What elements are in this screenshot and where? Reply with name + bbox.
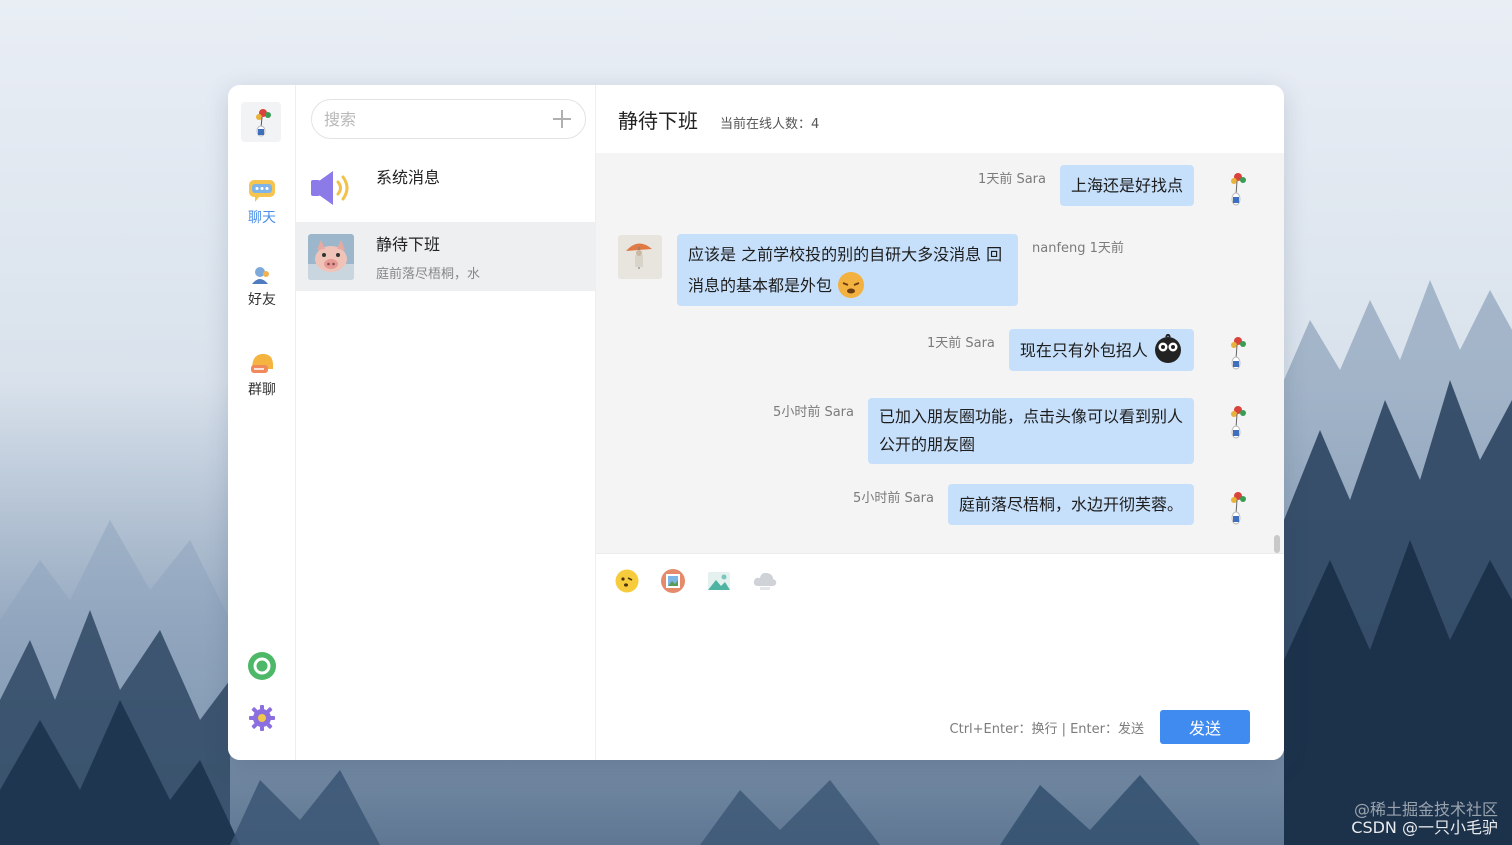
- online-count: 当前在线人数：4: [720, 116, 820, 132]
- scrollbar-thumb[interactable]: [1274, 535, 1280, 553]
- add-icon[interactable]: [551, 108, 573, 130]
- message-text: 应该是 之前学校投的别的自研大多没消息 回: [688, 245, 1003, 264]
- search-box: [311, 99, 586, 139]
- message-item: 1天前 Sara 现在只有外包招人: [927, 329, 1194, 371]
- sender-avatar[interactable]: [1214, 400, 1258, 444]
- conversation-item-group[interactable]: 静待下班 庭前落尽梧桐，水: [296, 222, 596, 291]
- composer-toolbar: [614, 568, 778, 594]
- message-bubble[interactable]: 上海还是好找点: [1059, 165, 1194, 206]
- black-bird-emoji-icon: [1155, 332, 1181, 363]
- left-nav: 聊天 好友 群聊: [228, 85, 296, 760]
- conversation-list: 系统消息 静待下班 庭前落尽梧桐，水: [296, 85, 596, 760]
- message-bubble[interactable]: 现在只有外包招人: [1008, 329, 1194, 371]
- message-meta: nanfeng 1天前: [1032, 241, 1124, 256]
- conversation-name: 静待下班: [376, 235, 441, 254]
- message-list[interactable]: 1天前 Sara 上海还是好找点 应该是 之前学校投的别的自研大多没消息 回 消…: [596, 153, 1284, 553]
- nav-item-group-chat[interactable]: 群聊: [228, 351, 296, 399]
- sender-avatar[interactable]: [1214, 486, 1258, 530]
- sender-avatar[interactable]: [1214, 167, 1258, 211]
- search-input[interactable]: [324, 109, 551, 129]
- sender-avatar[interactable]: [1214, 331, 1258, 375]
- friends-icon: [252, 267, 269, 284]
- message-item: 5小时前 Sara 庭前落尽梧桐，水边开彻芙蓉。: [853, 484, 1194, 525]
- message-text: 已加入朋友圈功能，点击头像可以看到别人: [878, 407, 1183, 426]
- speaker-icon: [308, 165, 354, 211]
- pig-avatar: [308, 233, 354, 280]
- nav-label-friends: 好友: [248, 292, 276, 308]
- group-chat-icon: [251, 354, 273, 373]
- message-meta: 5小时前 Sara: [853, 491, 934, 506]
- message-item: 1天前 Sara 上海还是好找点: [978, 165, 1194, 206]
- chat-app-window: 聊天 好友 群聊 搜索 系统消息 静待下班 庭前落尽梧桐，水 静待下班 当前在线…: [228, 85, 1284, 760]
- settings-button[interactable]: [247, 703, 277, 733]
- image-frame-icon[interactable]: [660, 568, 686, 594]
- watermark: @稀土掘金技术社区 CSDN @一只小毛驴: [1351, 801, 1498, 837]
- send-button[interactable]: 发送: [1160, 710, 1250, 744]
- refresh-icon: [248, 652, 276, 680]
- conversation-item-system[interactable]: 系统消息: [296, 153, 596, 222]
- message-composer: Ctrl+Enter：换行 | Enter：发送 发送: [596, 553, 1284, 760]
- chat-panel: 静待下班 当前在线人数：4 1天前 Sara 上海还是好找点 应该是 之前学校投…: [596, 85, 1284, 760]
- message-text: 现在只有外包招人: [1019, 341, 1148, 360]
- refresh-button[interactable]: [247, 651, 277, 681]
- message-bubble[interactable]: 已加入朋友圈功能，点击头像可以看到别人 公开的朋友圈: [867, 398, 1194, 464]
- message-meta: 1天前 Sara: [926, 336, 995, 351]
- nav-label-group-chat: 群聊: [248, 382, 276, 398]
- settings-gear-icon: [249, 705, 275, 731]
- chat-bubble-icon: [249, 180, 275, 202]
- sweat-emoji-icon: [838, 272, 865, 298]
- sender-avatar[interactable]: [618, 235, 662, 279]
- watermark-line-2: CSDN @一只小毛驴: [1351, 818, 1498, 837]
- message-text: 公开的朋友圈: [878, 435, 975, 454]
- message-meta: 1天前 Sara: [978, 172, 1046, 187]
- message-item: 应该是 之前学校投的别的自研大多没消息 回 消息的基本都是外包 nanfeng …: [677, 234, 1124, 306]
- message-bubble[interactable]: 应该是 之前学校投的别的自研大多没消息 回 消息的基本都是外包: [677, 234, 1018, 306]
- my-avatar[interactable]: [241, 102, 281, 142]
- message-meta: 5小时前 Sara: [773, 405, 854, 420]
- message-text: 庭前落尽梧桐，水边开彻芙蓉。: [958, 495, 1183, 514]
- cloud-file-icon[interactable]: [752, 568, 778, 594]
- chat-title: 静待下班: [618, 108, 698, 133]
- shortcut-hint: Ctrl+Enter：换行 | Enter：发送: [949, 722, 1144, 737]
- message-text: 上海还是好找点: [1070, 176, 1183, 195]
- nav-item-chat[interactable]: 聊天: [228, 177, 296, 227]
- emoji-icon[interactable]: [614, 568, 640, 594]
- message-text: 消息的基本都是外包: [688, 276, 833, 295]
- conversation-name: 系统消息: [376, 167, 441, 187]
- nav-label-chat: 聊天: [248, 210, 276, 226]
- conversation-preview: 庭前落尽梧桐，水: [376, 267, 481, 282]
- chat-header: 静待下班 当前在线人数：4: [596, 85, 1284, 153]
- watermark-line-1: @稀土掘金技术社区: [1353, 800, 1498, 819]
- nav-item-friends[interactable]: 好友: [228, 265, 296, 309]
- picture-icon[interactable]: [706, 568, 732, 594]
- message-bubble[interactable]: 庭前落尽梧桐，水边开彻芙蓉。: [947, 484, 1194, 525]
- message-item: 5小时前 Sara 已加入朋友圈功能，点击头像可以看到别人 公开的朋友圈: [773, 398, 1194, 464]
